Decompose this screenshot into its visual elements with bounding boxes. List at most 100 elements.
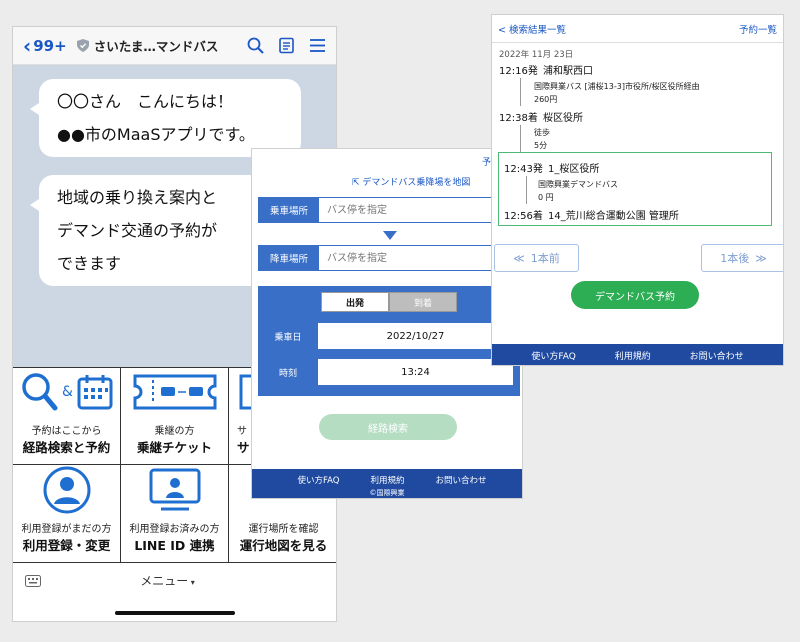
route-search-button[interactable]: 経路検索 bbox=[319, 414, 457, 440]
calendar-icon bbox=[77, 375, 113, 410]
route-search-screen: 予 ⇱ デマンドバス乗降場を地図 乗車場所 降車場所 出発 到着 乗車日 202… bbox=[251, 148, 523, 499]
next-departure-label: 1本後 bbox=[720, 252, 750, 265]
segment-demand-fare: 0 円 bbox=[538, 193, 554, 202]
back-to-results-label: 検索結果一覧 bbox=[508, 24, 566, 36]
book-demand-bus-button[interactable]: デマンドバス予約 bbox=[571, 281, 699, 309]
leg-stop: 12:43発 1_桜区役所 bbox=[504, 160, 599, 175]
route-connector bbox=[526, 176, 527, 204]
search-icon[interactable] bbox=[247, 37, 264, 54]
rich-menu-caption: 乗継の方 bbox=[154, 426, 195, 437]
rich-menu-route-search[interactable]: & 予約はここから 経路検索と予約 bbox=[13, 368, 121, 465]
rich-menu-line-link[interactable]: 利用登録お済みの方 LINE ID 連携 bbox=[121, 465, 229, 563]
footer-faq-link[interactable]: 使い方FAQ bbox=[298, 474, 340, 486]
leg-stop: 12:16発 浦和駅西口 bbox=[499, 62, 593, 77]
leg-time: 12:16発 bbox=[499, 66, 538, 77]
time-label: 時刻 bbox=[278, 368, 297, 379]
leg-place: 1_桜区役所 bbox=[548, 164, 600, 175]
rich-menu-transfer-ticket[interactable]: 乗継の方 乗継チケット bbox=[121, 368, 229, 465]
rich-menu-caption: サ bbox=[237, 426, 247, 437]
user-icon bbox=[43, 466, 90, 514]
top-link[interactable]: 予 bbox=[482, 155, 491, 168]
alighting-stop-input[interactable] bbox=[319, 246, 492, 270]
menu-toggle-label: メニュー bbox=[140, 574, 189, 588]
next-departure-button[interactable]: 1本後 ≫ bbox=[701, 244, 783, 272]
boarding-stop-row: 乗車場所 bbox=[258, 197, 493, 223]
rich-menu-caption: 利用登録お済みの方 bbox=[129, 524, 220, 535]
reservations-link[interactable]: 予約一覧 bbox=[739, 22, 777, 36]
home-indicator bbox=[115, 611, 235, 615]
route-result-screen: < 検索結果一覧 予約一覧 2022年 11月 23日 12:16発 浦和駅西口 … bbox=[491, 14, 784, 366]
segment-demand-bus: 国際興業デマンドバス bbox=[538, 180, 618, 189]
hamburger-menu-icon[interactable] bbox=[309, 37, 326, 54]
back-button[interactable]: ‹ 99+ bbox=[23, 36, 67, 56]
leg-time: 12:38着 bbox=[499, 113, 538, 124]
chevron-left-icon: < bbox=[498, 24, 509, 36]
chevron-left-icon: ‹ bbox=[23, 33, 32, 58]
datetime-panel: 出発 到着 乗車日 2022/10/27 時刻 13:24 bbox=[258, 286, 520, 396]
rich-menu-title: サ bbox=[237, 440, 250, 455]
segment-fare: 260円 bbox=[534, 95, 558, 104]
previous-departure-button[interactable]: ≪ 1本前 bbox=[494, 244, 579, 272]
rich-menu-caption: 予約はここから bbox=[31, 426, 102, 437]
rich-menu-caption: 運行場所を確認 bbox=[248, 524, 319, 535]
unread-count: 99+ bbox=[33, 36, 67, 55]
segment-bus-line: 国際興業バス [浦桜13-3]市役所/桜区役所経由 bbox=[534, 82, 700, 91]
date-label: 乗車日 bbox=[274, 332, 302, 343]
tab-depart[interactable]: 出発 bbox=[321, 292, 389, 312]
stop-map-link[interactable]: ⇱ デマンドバス乗降場を地図 bbox=[352, 175, 470, 188]
route-connector bbox=[520, 78, 521, 106]
menu-toggle[interactable]: メニュー ▾ bbox=[41, 572, 294, 589]
caret-down-icon: ▾ bbox=[188, 578, 195, 587]
profile-card-icon bbox=[149, 468, 200, 511]
message-bubble-greeting: 〇〇さん こんにちは！ ●●市のMaaSアプリです。 bbox=[30, 79, 301, 157]
segment-walk: 徒歩 bbox=[534, 128, 550, 137]
message-line: デマンド交通の予約が bbox=[57, 221, 218, 240]
date-field[interactable]: 2022/10/27 bbox=[318, 323, 513, 349]
footer-contact-link[interactable]: お問い合わせ bbox=[690, 349, 744, 362]
leg-place: 桜区役所 bbox=[543, 113, 583, 124]
date-row: 乗車日 2022/10/27 bbox=[258, 323, 513, 349]
rich-menu-title: 経路検索と予約 bbox=[22, 440, 111, 455]
chat-bottom-bar: メニュー ▾ bbox=[13, 562, 336, 599]
leg-stop: 12:38着 桜区役所 bbox=[499, 109, 583, 124]
route-connector bbox=[520, 125, 521, 153]
shield-icon bbox=[76, 39, 89, 52]
chat-header: ‹ 99+ さいたま…マンドバス bbox=[13, 27, 336, 65]
boarding-stop-label: 乗車場所 bbox=[259, 198, 319, 222]
rich-menu-title: 運行地図を見る bbox=[239, 538, 328, 553]
alighting-stop-row: 降車場所 bbox=[258, 245, 493, 271]
leg-place: 14_荒川総合運動公園 管理所 bbox=[548, 211, 679, 222]
rich-menu-register[interactable]: 利用登録がまだの方 利用登録・変更 bbox=[13, 465, 121, 563]
stop-map-link-label: デマンドバス乗降場を地図 bbox=[362, 178, 471, 188]
notes-icon[interactable] bbox=[278, 37, 295, 54]
rich-menu-title: LINE ID 連携 bbox=[134, 538, 215, 553]
leg-place: 浦和駅西口 bbox=[543, 66, 593, 77]
external-link-icon: ⇱ bbox=[352, 178, 363, 188]
footer-terms-link[interactable]: 利用規約 bbox=[370, 474, 404, 486]
message-line: 地域の乗り換え案内と bbox=[57, 188, 218, 207]
double-chevron-right-icon: ≫ bbox=[755, 251, 767, 265]
magnifier-icon bbox=[22, 373, 58, 411]
copyright: ©国際興業 bbox=[369, 489, 405, 497]
boarding-stop-input[interactable] bbox=[319, 198, 492, 222]
search-footer: 使い方FAQ 利用規約 お問い合わせ ©国際興業 bbox=[252, 469, 522, 498]
time-field[interactable]: 13:24 bbox=[318, 359, 513, 385]
tab-arrive[interactable]: 到着 bbox=[389, 292, 457, 312]
footer-contact-link[interactable]: お問い合わせ bbox=[435, 474, 486, 486]
depart-arrive-toggle: 出発 到着 bbox=[321, 292, 457, 312]
leg-stop: 12:56着 14_荒川総合運動公園 管理所 bbox=[504, 207, 679, 222]
arrow-down-icon bbox=[383, 231, 397, 240]
ticket-icon bbox=[133, 374, 216, 410]
keyboard-icon[interactable] bbox=[25, 574, 41, 587]
trip-date: 2022年 11月 23日 bbox=[499, 50, 574, 60]
result-footer: 使い方FAQ 利用規約 お問い合わせ bbox=[492, 344, 783, 365]
leg-time: 12:43発 bbox=[504, 164, 543, 175]
message-line: 〇〇さん こんにちは！ bbox=[57, 92, 234, 111]
back-to-results-link[interactable]: < 検索結果一覧 bbox=[498, 22, 566, 36]
rich-menu-caption: 利用登録がまだの方 bbox=[21, 524, 112, 535]
double-chevron-left-icon: ≪ bbox=[513, 251, 525, 265]
segment-walk-time: 5分 bbox=[534, 141, 548, 150]
footer-faq-link[interactable]: 使い方FAQ bbox=[531, 349, 575, 362]
footer-terms-link[interactable]: 利用規約 bbox=[615, 349, 651, 362]
rich-menu-title: 乗継チケット bbox=[136, 440, 212, 455]
